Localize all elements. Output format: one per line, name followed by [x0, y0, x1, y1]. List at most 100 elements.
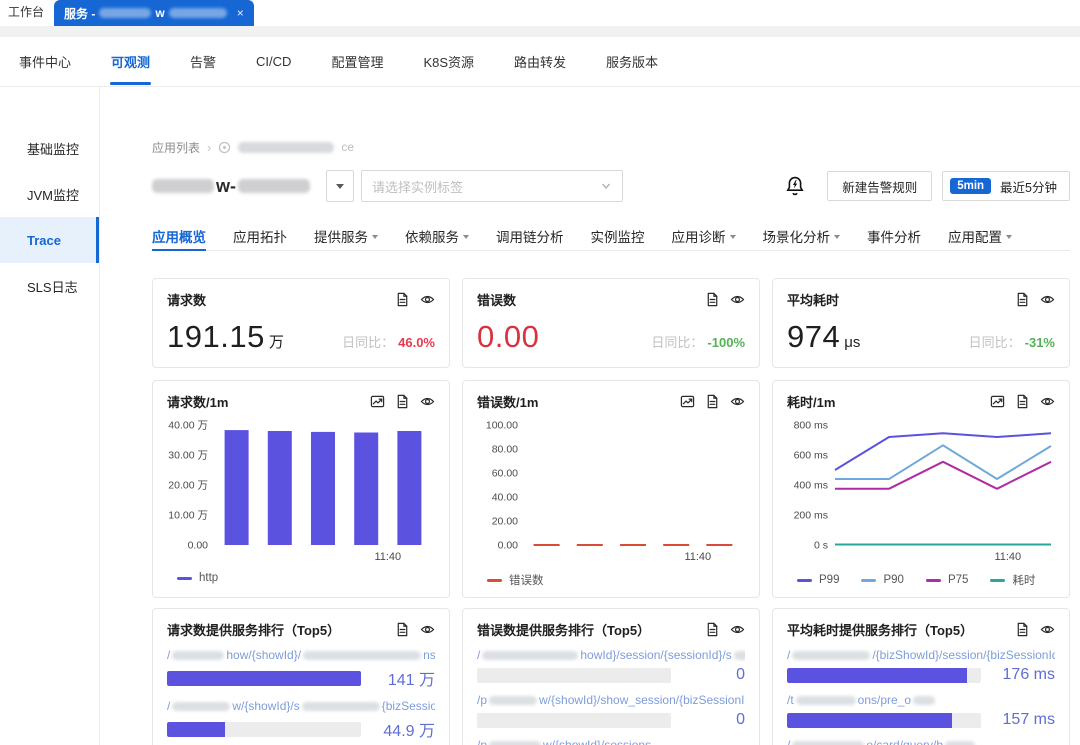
chart-plot: 100.0080.0060.0040.0020.000.0011:40 — [477, 417, 745, 568]
stat-compare-value: 46.0% — [398, 335, 435, 350]
legend-item[interactable]: P75 — [926, 572, 968, 588]
eye-icon[interactable] — [1040, 394, 1055, 409]
ranking-value: 44.9 万 — [371, 717, 435, 741]
ranking-bar-track — [167, 671, 361, 686]
eye-icon[interactable] — [730, 292, 745, 307]
card-header: 耗时/1m — [787, 392, 1055, 411]
subtab-label: 场景化分析 — [763, 226, 831, 246]
subtab-9[interactable]: 事件分析 — [867, 221, 921, 250]
endpoint-path-link[interactable]: /e/card/query/b — [787, 738, 1055, 745]
nav-tab-8[interactable]: 服务版本 — [605, 50, 659, 73]
svg-text:600 ms: 600 ms — [794, 450, 828, 462]
tab-service-label: 服务 - — [64, 5, 95, 22]
endpoint-path-link[interactable]: /pw/{showId}/sessions — [477, 738, 745, 745]
subtab-3[interactable]: 提供服务 — [314, 221, 378, 250]
nav-tab-5[interactable]: 配置管理 — [330, 50, 384, 73]
svg-text:11:40: 11:40 — [994, 551, 1021, 563]
trend-icon[interactable] — [680, 394, 695, 409]
document-icon[interactable] — [1015, 292, 1030, 307]
document-icon[interactable] — [395, 622, 410, 637]
document-icon[interactable] — [395, 292, 410, 307]
document-icon[interactable] — [705, 394, 720, 409]
bell-alert-icon[interactable] — [785, 175, 805, 197]
nav-tab-3[interactable]: 告警 — [189, 50, 217, 73]
trend-icon[interactable] — [370, 394, 385, 409]
nav-tab-4[interactable]: CI/CD — [255, 52, 292, 71]
ranking-row: /pw/{showId}/show_session/{bizSessionId}… — [477, 693, 745, 729]
subtab-2[interactable]: 应用拓扑 — [233, 221, 287, 250]
card-icons — [705, 622, 745, 637]
ranking-row: /tons/pre_o157 ms — [787, 693, 1055, 729]
svg-text:200 ms: 200 ms — [794, 510, 828, 522]
subtab-6[interactable]: 实例监控 — [591, 221, 645, 250]
eye-icon[interactable] — [1040, 622, 1055, 637]
redacted-path-segment — [913, 696, 935, 705]
subtab-7[interactable]: 应用诊断 — [672, 221, 736, 250]
subtab-1[interactable]: 应用概览 — [152, 221, 206, 250]
endpoint-path-link[interactable]: /how/{showId}/ns — [167, 648, 435, 663]
path-text: / — [787, 738, 790, 745]
eye-icon[interactable] — [420, 622, 435, 637]
module-nav: 事件中心 可观测 告警 CI/CD 配置管理 K8S资源 路由转发 服务版本 — [0, 37, 1080, 87]
app-switcher-button[interactable] — [326, 170, 354, 202]
sidebar-item-3[interactable]: Trace — [0, 217, 99, 263]
ranking-bar-track — [167, 722, 361, 737]
nav-tab-7[interactable]: 路由转发 — [513, 50, 567, 73]
new-alert-rule-button[interactable]: 新建告警规则 — [827, 171, 932, 201]
redacted-path-segment — [482, 651, 578, 660]
eye-icon[interactable] — [730, 622, 745, 637]
legend-item[interactable]: P99 — [797, 572, 839, 588]
tab-service[interactable]: 服务 - w × — [54, 0, 254, 26]
subtab-4[interactable]: 依赖服务 — [405, 221, 469, 250]
endpoint-path-link[interactable]: /pw/{showId}/show_session/{bizSessionId}… — [477, 693, 745, 708]
instance-label-select[interactable]: 请选择实例标签 — [361, 170, 623, 202]
subtab-5[interactable]: 调用链分析 — [496, 221, 564, 250]
eye-icon[interactable] — [1040, 292, 1055, 307]
document-icon[interactable] — [705, 292, 720, 307]
tab-workbench[interactable]: 工作台 — [0, 3, 54, 26]
ranking-row: /w/{showId}/s{bizSessionId}/seat_p.. 44.9… — [167, 699, 435, 741]
eye-icon[interactable] — [730, 394, 745, 409]
eye-icon[interactable] — [420, 292, 435, 307]
legend-item[interactable]: 耗时 — [990, 572, 1035, 588]
ranking-bar-track — [787, 713, 981, 728]
path-text: /p — [477, 738, 487, 745]
breadcrumb-app-list[interactable]: 应用列表 — [152, 139, 200, 156]
redacted-app-title — [152, 179, 214, 193]
nav-tab-2[interactable]: 可观测 — [110, 50, 151, 73]
redacted-path-segment — [172, 651, 224, 660]
sidebar-item-4[interactable]: SLS日志 — [0, 263, 99, 309]
document-icon[interactable] — [1015, 394, 1030, 409]
trend-icon[interactable] — [990, 394, 1005, 409]
ranking-row: /how/{showId}/ns141 万 — [167, 648, 435, 690]
svg-text:11:40: 11:40 — [684, 551, 711, 563]
card-title: 耗时/1m — [787, 392, 835, 411]
legend-item[interactable]: P90 — [861, 572, 903, 588]
endpoint-path-link[interactable]: //{bizShowId}/session/{bizSessionId}/se.… — [787, 648, 1055, 663]
time-range-label: 最近5分钟 — [1000, 177, 1057, 196]
endpoint-path-link[interactable]: /w/{showId}/s{bizSessionId}/seat_p.. — [167, 699, 435, 714]
document-icon[interactable] — [395, 394, 410, 409]
subtab-8[interactable]: 场景化分析 — [763, 221, 841, 250]
legend-item[interactable]: http — [177, 572, 218, 584]
chart-legend: 错误数 — [487, 572, 745, 588]
close-icon[interactable]: × — [231, 6, 244, 20]
sidebar-item-2[interactable]: JVM监控 — [0, 171, 99, 217]
stat-unit: μs — [844, 334, 860, 351]
nav-tab-1[interactable]: 事件中心 — [18, 50, 72, 73]
legend-item[interactable]: 错误数 — [487, 572, 544, 588]
legend-label: P99 — [819, 574, 839, 586]
document-icon[interactable] — [1015, 622, 1030, 637]
subtab-10[interactable]: 应用配置 — [948, 221, 1012, 250]
document-icon[interactable] — [705, 622, 720, 637]
card-title: 平均耗时提供服务排行（Top5） — [787, 620, 973, 639]
time-range-selector[interactable]: 5min 最近5分钟 — [942, 171, 1070, 201]
path-text: / — [167, 699, 170, 713]
endpoint-path-link[interactable]: /tons/pre_o — [787, 693, 1055, 708]
nav-tab-6[interactable]: K8S资源 — [422, 50, 475, 73]
eye-icon[interactable] — [420, 394, 435, 409]
sidebar-item-1[interactable]: 基础监控 — [0, 125, 99, 171]
endpoint-path-link[interactable]: /howId}/session/{sessionId}/sians — [477, 648, 745, 663]
card-header: 平均耗时提供服务排行（Top5） — [787, 620, 1055, 639]
subtab-label: 应用概览 — [152, 226, 206, 246]
